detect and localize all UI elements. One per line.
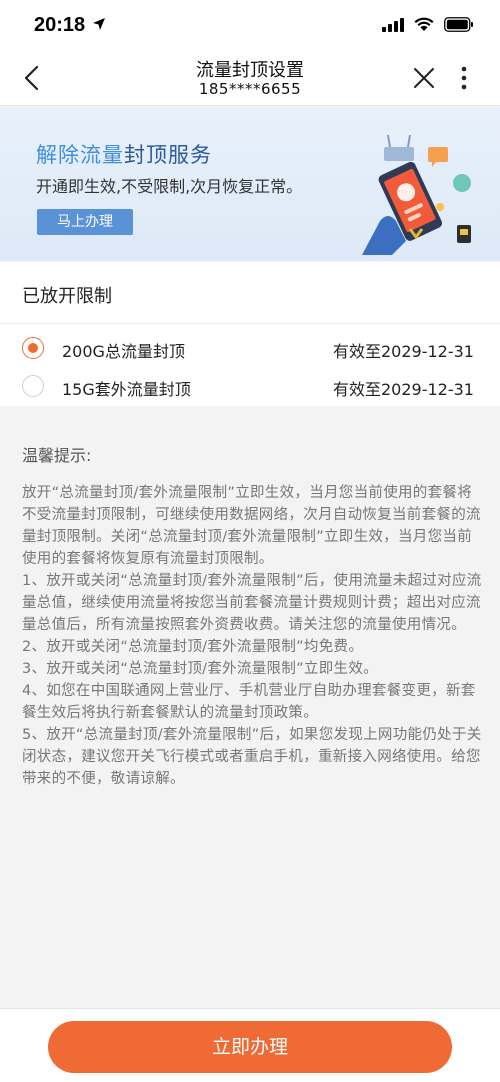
banner-title-part2: 封顶服务 — [124, 143, 212, 167]
bottom-bar: 立即办理 — [0, 1008, 500, 1082]
banner-subtitle: 开通即生效,不受限制,次月恢复正常。 — [36, 177, 303, 196]
wifi-icon — [414, 17, 434, 31]
tips-paragraph: 3、放开或关闭“总流量封顶/套外流量限制”立即生效。 — [22, 661, 378, 677]
section-header: 已放开限制 — [0, 262, 500, 324]
submit-button[interactable]: 立即办理 — [48, 1021, 452, 1073]
banner-title-part1: 解除流量 — [36, 143, 124, 167]
radio-checked-icon[interactable] — [22, 337, 44, 359]
promo-banner[interactable]: 解除流量封顶服务 开通即生效,不受限制,次月恢复正常。 马上办理 — [0, 107, 500, 261]
banner-apply-button[interactable]: 马上办理 — [37, 209, 133, 235]
option-label: 200G总流量封顶 — [62, 342, 185, 361]
tips-paragraph: 2、放开或关闭“总流量封顶/套外流量限制”均免费。 — [22, 639, 364, 655]
status-time: 20:18 — [34, 14, 86, 36]
location-arrow-icon — [93, 18, 105, 30]
more-vertical-icon[interactable] — [456, 64, 472, 92]
banner-title: 解除流量封顶服务 — [36, 139, 212, 169]
tips-section: 温馨提示: 放开“总流量封顶/套外流量限制”立即生效，当月您当前使用的套餐将不受… — [0, 406, 500, 1006]
option-total-cap[interactable]: 200G总流量封顶 有效至2029-12-31 — [0, 328, 500, 366]
close-icon[interactable] — [410, 64, 438, 92]
status-icons — [382, 17, 474, 32]
radio-unchecked-icon[interactable] — [22, 375, 44, 397]
signal-icon — [382, 17, 404, 32]
tips-paragraph: 5、放开“总流量封顶/套外流量限制”后，如果您发现上网功能仍处于关闭状态，建议您… — [22, 727, 482, 787]
nav-bar: 流量封顶设置 185****6655 — [0, 50, 500, 106]
tips-body: 放开“总流量封顶/套外流量限制”立即生效，当月您当前使用的套餐将不受流量封顶限制… — [22, 482, 482, 790]
battery-icon — [444, 17, 473, 32]
tips-paragraph: 1、放开或关闭“总流量封顶/套外流量限制”后，使用流量未超过对应流量总值，继续使… — [22, 573, 482, 633]
option-valid-until: 有效至2029-12-31 — [333, 342, 474, 361]
tips-title: 温馨提示: — [22, 446, 92, 465]
option-extra-cap[interactable]: 15G套外流量封顶 有效至2029-12-31 — [0, 366, 500, 404]
phone-illustration-icon — [362, 134, 471, 255]
option-valid-until: 有效至2029-12-31 — [333, 380, 474, 399]
tips-paragraph: 放开“总流量封顶/套外流量限制”立即生效，当月您当前使用的套餐将不受流量封顶限制… — [22, 485, 481, 567]
options-list: 200G总流量封顶 有效至2029-12-31 15G套外流量封顶 有效至202… — [0, 324, 500, 406]
tips-paragraph: 4、如您在中国联通网上营业厅、手机营业厅自助办理套餐变更，新套餐生效后将执行新套… — [22, 683, 476, 721]
option-label: 15G套外流量封顶 — [62, 380, 191, 399]
status-bar: 20:18 — [0, 0, 500, 50]
section-title: 已放开限制 — [22, 286, 112, 307]
